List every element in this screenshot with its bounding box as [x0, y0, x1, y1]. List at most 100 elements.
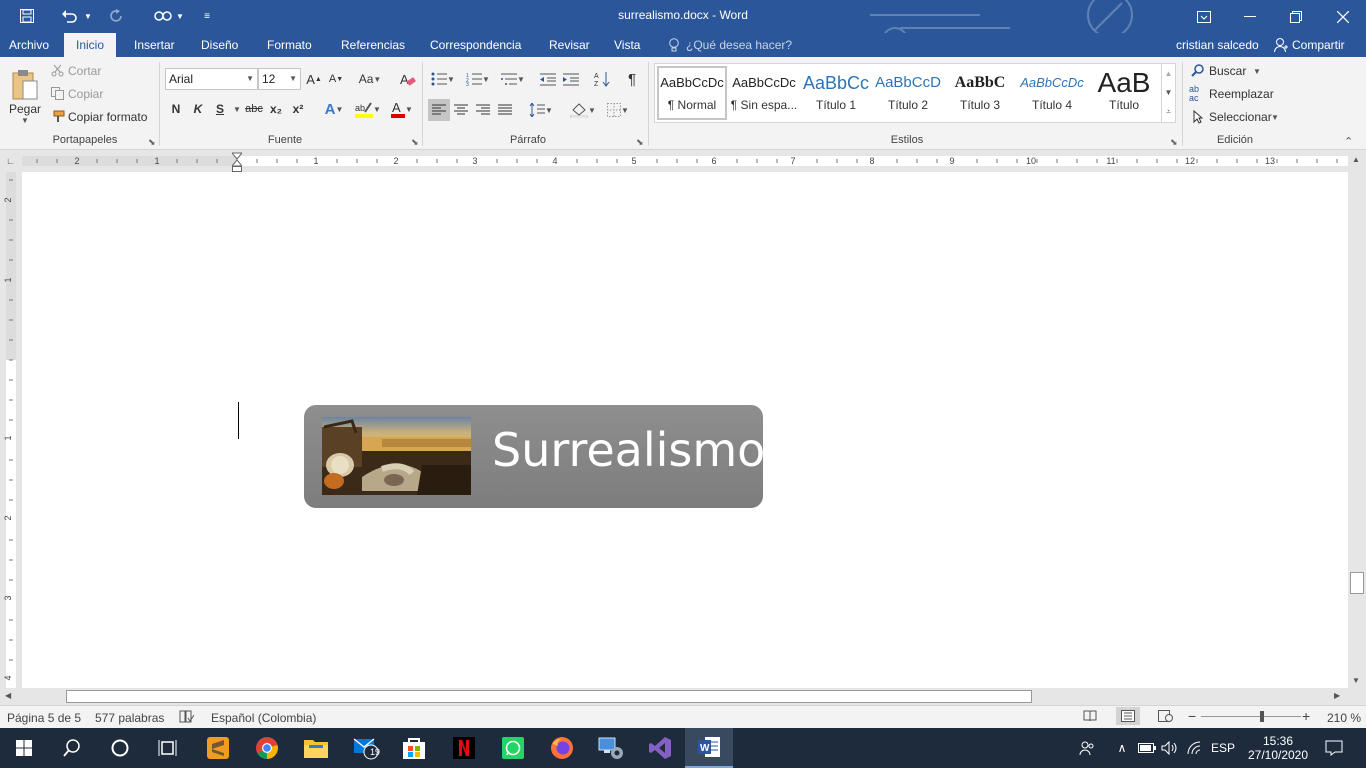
align-left-button[interactable]: [428, 99, 450, 121]
style-heading-4[interactable]: AaBbCcDc Título 4: [1017, 68, 1087, 124]
vertical-ruler[interactable]: 2 1 1 2 3 4: [0, 172, 22, 688]
zoom-in-icon[interactable]: +: [1302, 708, 1310, 724]
title-banner[interactable]: Surrealismo: [304, 405, 765, 508]
align-center-button[interactable]: [450, 99, 472, 121]
text-effects-button[interactable]: A ▼: [321, 99, 347, 119]
horizontal-scrollbar[interactable]: ◀ ▶: [0, 688, 1348, 705]
visual-studio-icon[interactable]: [636, 728, 684, 768]
increase-indent-button[interactable]: [561, 69, 581, 89]
clipboard-launcher-icon[interactable]: ⬊: [148, 137, 156, 148]
battery-icon[interactable]: [1137, 728, 1157, 768]
clock[interactable]: 15:36 27/10/2020: [1242, 728, 1314, 768]
find-button[interactable]: Buscar: [1209, 64, 1246, 78]
align-right-button[interactable]: [472, 99, 494, 121]
firefox-icon[interactable]: [538, 728, 586, 768]
document-page[interactable]: Surrealismo: [22, 172, 1348, 688]
windows-start-icon[interactable]: [0, 728, 48, 768]
network-settings-icon[interactable]: [587, 728, 635, 768]
strikethrough-button[interactable]: abc: [244, 99, 264, 119]
tab-revisar[interactable]: Revisar: [540, 33, 599, 57]
format-painter-button[interactable]: Copiar formato: [68, 110, 147, 124]
horizontal-ruler[interactable]: ∟ 2 1 1 2 3 4 5 6 7 8 9 10 11 12 13: [0, 150, 1366, 172]
style-heading-2[interactable]: AaBbCcD Título 2: [873, 68, 943, 124]
font-size-dropdown[interactable]: 12 ▼: [258, 68, 301, 90]
underline-button[interactable]: S: [212, 99, 228, 119]
collapse-ribbon-icon[interactable]: ⌃: [1344, 135, 1353, 148]
replace-button[interactable]: Reemplazar: [1209, 87, 1274, 101]
multilevel-list-button[interactable]: ▼: [498, 69, 528, 89]
highlight-button[interactable]: ab ▼: [352, 99, 384, 119]
tab-inicio[interactable]: Inicio: [64, 33, 116, 57]
notifications-icon[interactable]: [1320, 728, 1348, 768]
gallery-scroll[interactable]: ▲ ▼ ⩡: [1161, 64, 1175, 122]
read-mode-icon[interactable]: [1083, 710, 1097, 725]
zoom-level[interactable]: 210 %: [1327, 711, 1361, 725]
underline-dropdown-icon[interactable]: ▼: [233, 105, 241, 114]
superscript-button[interactable]: x²: [289, 99, 307, 119]
user-name[interactable]: cristian salcedo: [1176, 38, 1259, 52]
zoom-slider-thumb[interactable]: [1260, 711, 1264, 722]
search-icon[interactable]: [48, 728, 96, 768]
scroll-thumb[interactable]: [66, 690, 1032, 703]
cortana-icon[interactable]: [96, 728, 144, 768]
volume-icon[interactable]: [1160, 728, 1180, 768]
font-color-button[interactable]: A ▼: [388, 99, 416, 119]
tab-formato[interactable]: Formato: [258, 33, 321, 57]
style-no-spacing[interactable]: AaBbCcDc ¶ Sin espa...: [729, 68, 799, 124]
tell-me-search[interactable]: ¿Qué desea hacer?: [686, 38, 792, 52]
tab-insertar[interactable]: Insertar: [125, 33, 184, 57]
grow-font-button[interactable]: A ▲: [305, 69, 323, 89]
styles-launcher-icon[interactable]: ⬊: [1170, 137, 1178, 148]
select-button[interactable]: Seleccionar: [1209, 110, 1272, 124]
sublime-text-icon[interactable]: [194, 728, 242, 768]
find-dropdown-icon[interactable]: ▼: [1253, 67, 1261, 76]
numbering-button[interactable]: 123 ▼: [463, 69, 493, 89]
decrease-indent-button[interactable]: [538, 69, 558, 89]
task-view-icon[interactable]: [144, 728, 192, 768]
wifi-icon[interactable]: [1185, 728, 1205, 768]
mail-icon[interactable]: 19: [342, 728, 390, 768]
page-count[interactable]: Página 5 de 5: [7, 711, 81, 725]
close-icon[interactable]: [1320, 0, 1366, 33]
zoom-out-icon[interactable]: −: [1188, 708, 1196, 724]
language-status[interactable]: Español (Colombia): [211, 711, 316, 725]
tab-vista[interactable]: Vista: [605, 33, 649, 57]
chrome-icon[interactable]: [243, 728, 291, 768]
ribbon-display-icon[interactable]: [1181, 0, 1227, 33]
paste-dropdown-icon[interactable]: ▼: [21, 116, 29, 125]
paragraph-launcher-icon[interactable]: ⬊: [636, 137, 644, 148]
chevron-down-icon[interactable]: ▼: [1162, 83, 1175, 102]
show-hidden-icons-icon[interactable]: ∧: [1113, 728, 1131, 768]
font-launcher-icon[interactable]: ⬊: [411, 137, 419, 148]
shrink-font-button[interactable]: A ▼: [327, 69, 345, 89]
change-case-button[interactable]: Aa ▼: [355, 69, 385, 89]
scroll-thumb[interactable]: [1350, 572, 1364, 594]
font-name-dropdown[interactable]: Arial ▼: [165, 68, 258, 90]
scroll-right-icon[interactable]: ▶: [1334, 691, 1340, 700]
tab-correspondencia[interactable]: Correspondencia: [421, 33, 530, 57]
more-styles-icon[interactable]: ⩡: [1162, 102, 1175, 121]
italic-button[interactable]: K: [190, 99, 206, 119]
minimize-icon[interactable]: [1227, 0, 1273, 33]
line-spacing-button[interactable]: ▼: [526, 99, 556, 121]
shading-button[interactable]: ▼: [567, 99, 599, 121]
file-explorer-icon[interactable]: [292, 728, 340, 768]
style-title[interactable]: AaB Título: [1089, 68, 1159, 124]
justify-button[interactable]: [494, 99, 516, 121]
bullets-button[interactable]: ▼: [428, 69, 458, 89]
clear-format-button[interactable]: A: [398, 69, 418, 89]
sort-button[interactable]: AZ: [592, 69, 612, 89]
style-normal[interactable]: AaBbCcDc ¶ Normal: [657, 66, 727, 120]
whatsapp-icon[interactable]: [489, 728, 537, 768]
paste-button[interactable]: Pegar ▼: [6, 61, 44, 131]
show-marks-button[interactable]: ¶: [622, 69, 642, 89]
tab-archivo[interactable]: Archivo: [0, 33, 58, 57]
proofing-icon[interactable]: [179, 710, 195, 726]
style-heading-3[interactable]: AaBbC Título 3: [945, 68, 1015, 124]
scroll-down-icon[interactable]: ▼: [1352, 676, 1360, 685]
scroll-left-icon[interactable]: ◀: [5, 691, 11, 700]
zoom-slider[interactable]: [1201, 716, 1301, 717]
web-layout-icon[interactable]: [1158, 710, 1173, 725]
people-icon[interactable]: [1076, 728, 1098, 768]
cut-button[interactable]: Cortar: [68, 64, 101, 78]
